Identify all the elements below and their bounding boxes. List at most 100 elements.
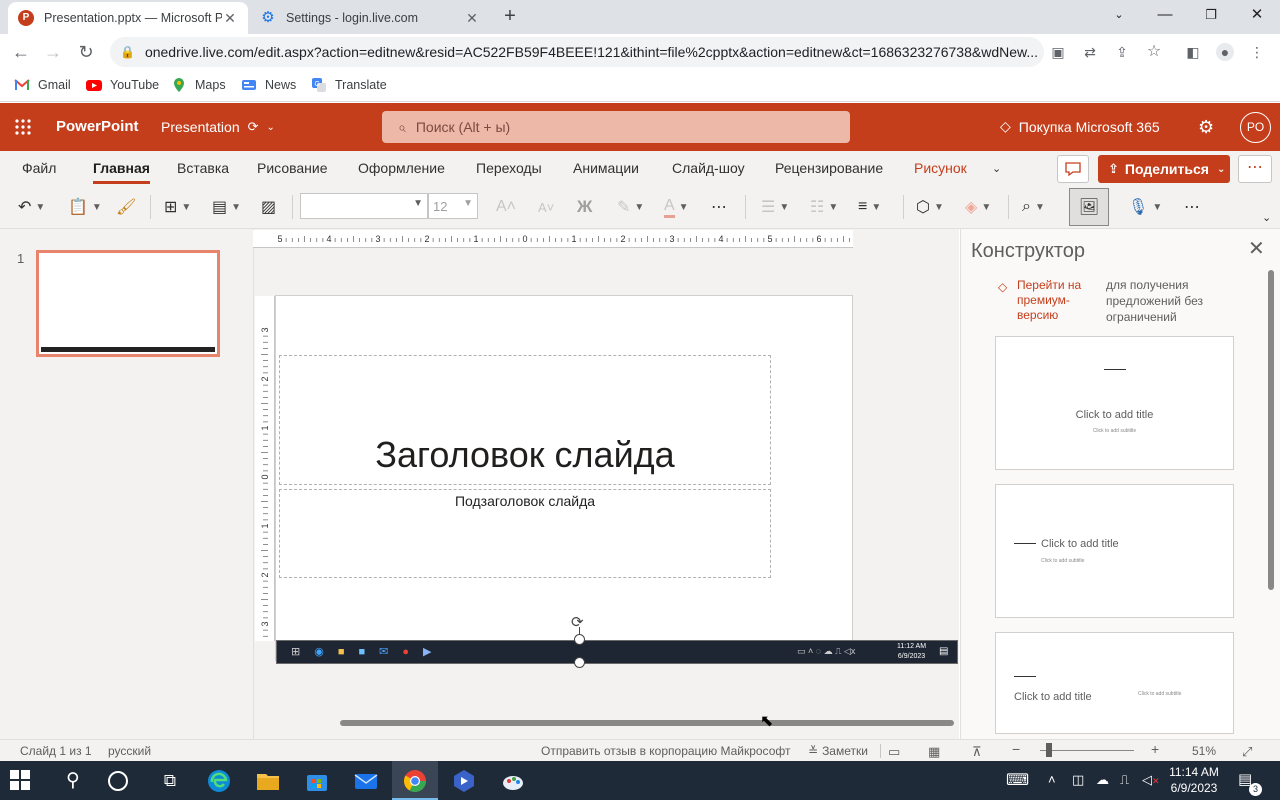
buy-microsoft-365-link[interactable]: ◇ Покупка Microsoft 365 <box>1000 118 1160 135</box>
new-slide-button[interactable]: ⊞ ▼ <box>164 193 191 221</box>
close-icon[interactable]: ✕ <box>1248 236 1265 261</box>
normal-view-icon[interactable]: ▭ <box>888 744 900 760</box>
search-box[interactable]: ⌕ Поиск (Alt + ы) <box>382 111 850 143</box>
zoom-out-button[interactable]: − <box>1012 741 1020 757</box>
tab-search-button[interactable]: ⌄ <box>1104 4 1134 26</box>
close-window-button[interactable]: ✕ <box>1242 4 1272 26</box>
tab-design[interactable]: Оформление <box>358 160 445 176</box>
tab-draw[interactable]: Рисование <box>257 160 328 176</box>
onedrive-icon[interactable]: ☁ <box>1096 772 1109 788</box>
notes-button[interactable]: ≚ Заметки <box>808 744 868 758</box>
tab-insert[interactable]: Вставка <box>177 160 229 176</box>
windows-start-icon[interactable] <box>10 770 32 792</box>
bookmark-youtube[interactable]: YouTube <box>86 77 159 93</box>
network-icon[interactable]: ⎍ <box>1120 772 1129 788</box>
horizontal-scrollbar[interactable] <box>340 720 954 726</box>
system-clock[interactable]: 11:14 AM 6/9/2023 <box>1164 764 1224 796</box>
shapes-button[interactable]: ⬡ ▼ <box>916 193 944 221</box>
taskbar-screenshot-image[interactable]: ⊞ ◉ ■ ■ ✉ ● ▶ ▭ ˄ ◌ ☁ ⎍ ◁x 11:12 AM 6/9/… <box>276 640 958 664</box>
title-placeholder[interactable]: Заголовок слайда <box>279 355 771 485</box>
tab-review[interactable]: Рецензирование <box>775 160 883 176</box>
align-button[interactable]: ≡ ▼ <box>858 193 881 221</box>
zoom-slider-thumb[interactable] <box>1046 743 1052 757</box>
paint-app-icon[interactable] <box>500 768 526 794</box>
font-family-dropdown[interactable]: ▼ <box>300 193 428 219</box>
chevron-up-icon[interactable]: ˄ <box>1048 772 1056 787</box>
more-options-button[interactable]: ⋯ <box>1238 155 1272 183</box>
share-icon[interactable]: ⇪ <box>1113 43 1131 61</box>
bookmark-gmail[interactable]: Gmail <box>14 77 71 93</box>
bookmark-star-icon[interactable]: ☆ <box>1145 43 1163 61</box>
layout-button[interactable]: ▤ ▼ <box>212 193 241 221</box>
app-launcher-icon[interactable] <box>14 118 32 136</box>
forward-button[interactable]: → <box>42 41 64 63</box>
vertical-scrollbar[interactable] <box>1268 270 1274 590</box>
cortana-icon[interactable] <box>108 771 128 791</box>
slide-thumbnail[interactable] <box>36 250 220 357</box>
restore-button[interactable]: ❐ <box>1196 4 1226 26</box>
dictate-button[interactable]: 🎙 ▼ <box>1128 193 1162 221</box>
edge-icon[interactable] <box>206 768 232 794</box>
tab-transitions[interactable]: Переходы <box>476 160 542 176</box>
bullets-button[interactable]: ☰ ▼ <box>761 193 789 221</box>
background-button[interactable]: ▨ <box>261 193 276 221</box>
video-editor-icon[interactable] <box>451 768 477 794</box>
file-explorer-icon[interactable] <box>255 768 281 794</box>
translate-icon[interactable]: ⇄ <box>1081 43 1099 61</box>
format-painter-button[interactable]: 🖌 <box>116 193 136 221</box>
app-name[interactable]: PowerPoint <box>56 118 139 135</box>
mail-icon[interactable] <box>353 768 379 794</box>
rotate-handle-icon[interactable]: ⟳ <box>571 613 584 631</box>
settings-gear-icon[interactable]: ⚙ <box>1198 117 1214 138</box>
minimize-button[interactable]: — <box>1150 4 1180 26</box>
save-page-icon[interactable]: ▣ <box>1049 43 1067 61</box>
more-commands-button[interactable]: ⋯ <box>1184 193 1200 221</box>
subtitle-placeholder[interactable]: Подзаголовок слайда <box>279 489 771 578</box>
more-tabs-chevron-icon[interactable]: ⌄ <box>992 162 1001 175</box>
tab-animations[interactable]: Анимации <box>573 160 639 176</box>
zoom-level[interactable]: 51% <box>1192 744 1216 758</box>
reload-button[interactable]: ↻ <box>75 41 97 63</box>
tab-slideshow[interactable]: Слайд-шоу <box>672 160 745 176</box>
bookmark-translate[interactable]: G Translate <box>311 77 387 93</box>
more-font-options-button[interactable]: ⋯ <box>711 193 727 221</box>
shrink-font-button[interactable]: A˅ <box>538 193 554 221</box>
meet-now-icon[interactable]: ◫ <box>1072 772 1084 788</box>
resize-handle[interactable] <box>574 634 585 645</box>
keyboard-icon[interactable]: ⌨ <box>1006 770 1029 790</box>
profile-icon[interactable]: ● <box>1216 43 1234 61</box>
chrome-taskbar-button[interactable] <box>392 761 438 800</box>
bold-button[interactable]: Ж <box>577 193 592 221</box>
slide-sorter-icon[interactable]: ▦ <box>928 744 940 760</box>
language[interactable]: русский <box>108 744 151 758</box>
search-icon[interactable]: ⚲ <box>60 768 86 794</box>
design-idea-card[interactable]: Click to add title Click to add subtitle <box>995 336 1234 470</box>
volume-muted-icon[interactable]: ◁✕ <box>1142 772 1160 788</box>
reading-view-icon[interactable]: ⊼ <box>972 744 982 760</box>
font-color-button[interactable]: A ▼ <box>664 193 689 221</box>
comments-button[interactable] <box>1057 155 1089 183</box>
paste-button[interactable]: 📋 ▼ <box>68 193 102 221</box>
tab-presentation[interactable]: P Presentation.pptx — Microsoft P ✕ <box>8 2 248 34</box>
close-icon[interactable]: ✕ <box>222 10 238 27</box>
store-icon[interactable] <box>304 768 330 794</box>
go-premium-link[interactable]: ◇ Перейти на премиум-версию <box>998 278 1088 323</box>
bookmark-maps[interactable]: Maps <box>171 77 226 93</box>
tab-settings[interactable]: ⚙ Settings - login.live.com ✕ <box>250 2 490 34</box>
avatar[interactable]: PO <box>1240 112 1271 143</box>
design-idea-card[interactable]: Click to add title Click to add subtitle <box>995 632 1234 734</box>
collapse-ribbon-icon[interactable]: ⌄ <box>1262 203 1271 231</box>
back-button[interactable]: ← <box>10 41 32 63</box>
numbering-button[interactable]: ☷ ▼ <box>810 193 838 221</box>
address-bar[interactable]: 🔒 onedrive.live.com/edit.aspx?action=edi… <box>110 37 1044 67</box>
undo-button[interactable]: ↶ ▼ <box>18 193 45 221</box>
side-panel-icon[interactable]: ◧ <box>1184 43 1202 61</box>
bookmark-news[interactable]: News <box>241 77 296 93</box>
new-tab-button[interactable]: + <box>498 5 522 29</box>
close-icon[interactable]: ✕ <box>464 10 480 27</box>
fit-to-window-icon[interactable]: ⤢ <box>1242 744 1252 760</box>
zoom-slider[interactable] <box>1040 750 1134 751</box>
menu-icon[interactable]: ⋮ <box>1248 43 1266 61</box>
highlight-button[interactable]: ✎ ▼ <box>617 193 644 221</box>
zoom-in-button[interactable]: + <box>1151 741 1159 757</box>
